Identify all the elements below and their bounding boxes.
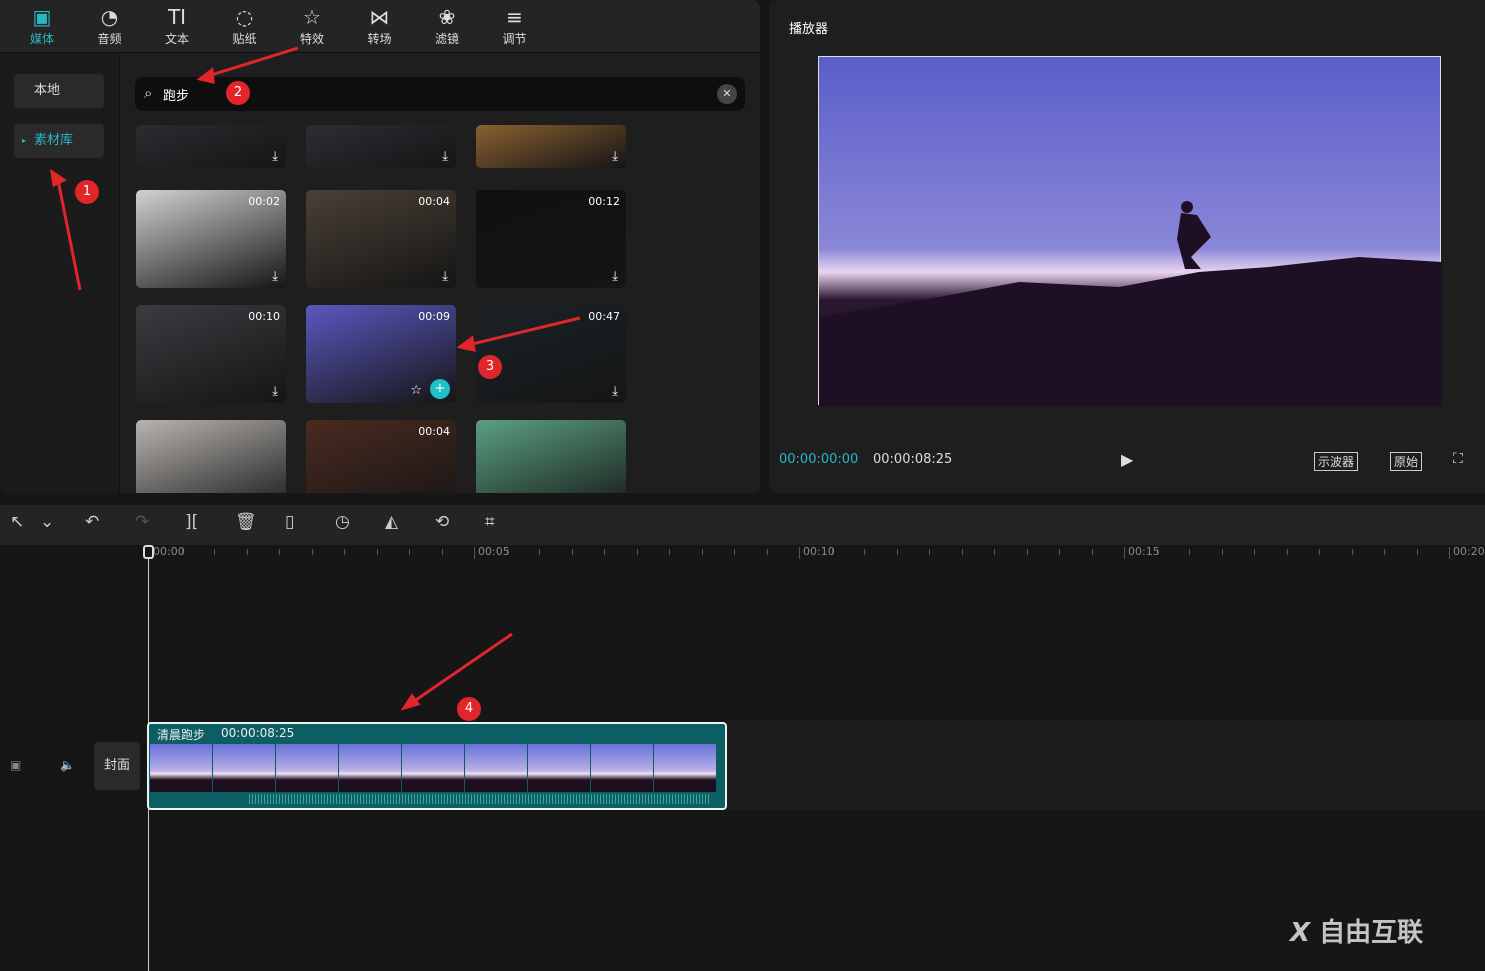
watermark-text: 自由互联 <box>1319 918 1424 948</box>
annotation-overlay <box>49 46 581 711</box>
annotation-badge: 3 <box>478 355 502 379</box>
annotation-badge: 1 <box>75 180 99 204</box>
annotation-badge: 4 <box>457 697 481 721</box>
annotation-badge: 2 <box>226 81 250 105</box>
watermark-logo: X 自由互联 <box>1290 918 1424 948</box>
